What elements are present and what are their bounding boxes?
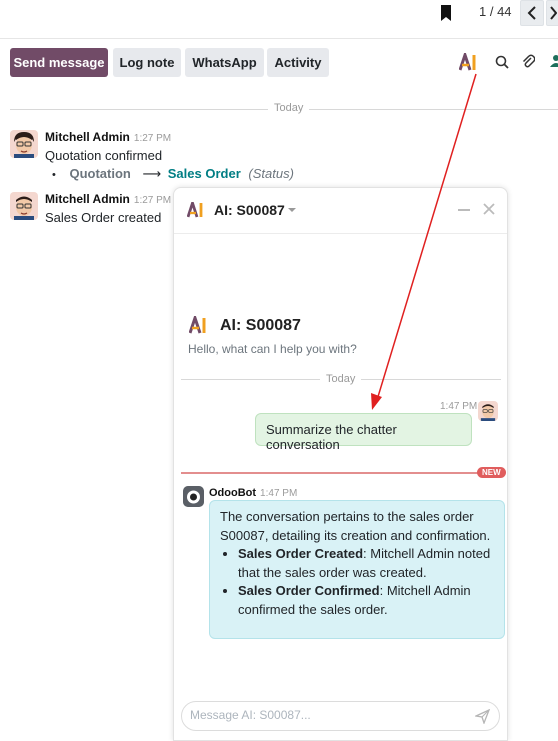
- new-messages-separator: [181, 472, 481, 474]
- ai-chat-window: AI: S00087 AI: S00087 Hello, what can I …: [173, 187, 508, 741]
- chevron-left-icon: [527, 6, 536, 20]
- list-item-title: Sales Order Created: [238, 546, 364, 561]
- minimize-icon[interactable]: [458, 208, 470, 212]
- new-badge: NEW: [477, 467, 506, 478]
- activity-button[interactable]: Activity: [267, 48, 329, 77]
- user-avatar-icon: [478, 401, 498, 421]
- bot-message-list: Sales Order Created: Mitchell Admin note…: [238, 545, 494, 619]
- tracking-value: • Quotation ⟶ Sales Order (Status): [52, 166, 294, 182]
- list-item-title: Sales Order Confirmed: [238, 583, 380, 598]
- list-item: Sales Order Confirmed: Mitchell Admin co…: [238, 582, 494, 619]
- odoobot-avatar-icon: [183, 486, 204, 507]
- chevron-right-icon: [550, 6, 557, 20]
- list-item: Sales Order Created: Mitchell Admin note…: [238, 545, 494, 582]
- author-name[interactable]: OdooBot: [209, 487, 256, 499]
- chat-intro-subtitle: Hello, what can I help you with?: [188, 342, 357, 356]
- message-body: Sales Order created: [45, 210, 162, 225]
- pager-next-button[interactable]: [546, 0, 558, 26]
- message-body: Quotation confirmed: [45, 148, 163, 163]
- message-author[interactable]: OdooBot 1:47 PM: [209, 487, 297, 499]
- followers-icon[interactable]: [549, 54, 558, 68]
- message-time: 1:27 PM: [133, 133, 172, 144]
- message-author[interactable]: Mitchell Admin 1:27 PM: [45, 192, 171, 206]
- avatar[interactable]: [10, 130, 38, 158]
- avatar[interactable]: [10, 192, 38, 220]
- message-input[interactable]: [190, 708, 460, 722]
- user-message-bubble: Summarize the chatter conversation: [255, 413, 472, 452]
- header-divider: [0, 38, 558, 39]
- message-composer: [181, 701, 500, 731]
- message-author[interactable]: Mitchell Admin 1:27 PM: [45, 130, 171, 144]
- chat-window-title[interactable]: AI: S00087: [214, 202, 285, 218]
- log-note-button[interactable]: Log note: [113, 48, 181, 77]
- user-avatar-icon: [10, 130, 38, 158]
- tracking-new-value: Sales Order: [167, 166, 241, 181]
- send-message-button[interactable]: Send message: [10, 48, 108, 77]
- whatsapp-button[interactable]: WhatsApp: [185, 48, 264, 77]
- ai-icon[interactable]: [459, 53, 481, 71]
- top-pager-bar: 1 / 44: [0, 0, 558, 32]
- chat-window-header[interactable]: AI: S00087: [174, 188, 507, 234]
- ai-logo-icon: [187, 202, 203, 218]
- ai-logo-icon: [189, 316, 206, 334]
- chat-date-separator: Today: [320, 373, 362, 385]
- message-time: 1:27 PM: [133, 195, 172, 206]
- search-icon[interactable]: [495, 55, 509, 69]
- tracking-old-value: Quotation: [69, 166, 131, 181]
- author-name[interactable]: Mitchell Admin: [45, 192, 130, 206]
- chatter-date-separator: Today: [268, 102, 310, 114]
- bookmark-icon[interactable]: [440, 5, 452, 21]
- bot-message-intro: The conversation pertains to the sales o…: [220, 509, 491, 543]
- bot-message-bubble: The conversation pertains to the sales o…: [209, 500, 505, 639]
- message-time: 1:47 PM: [260, 488, 298, 499]
- pager-prev-button[interactable]: [520, 0, 544, 26]
- avatar[interactable]: [183, 486, 204, 507]
- arrow-right-icon: ⟶: [142, 166, 162, 181]
- author-name[interactable]: Mitchell Admin: [45, 130, 130, 144]
- pager-counter[interactable]: 1 / 44: [479, 4, 512, 19]
- send-icon[interactable]: [475, 709, 490, 724]
- chat-intro-title: AI: S00087: [220, 317, 301, 334]
- bullet: •: [52, 169, 56, 181]
- message-time: 1:47 PM: [440, 401, 478, 412]
- paperclip-icon[interactable]: [521, 53, 535, 69]
- caret-down-icon[interactable]: [287, 207, 297, 213]
- tracking-field: (Status): [248, 166, 294, 181]
- close-icon[interactable]: [483, 203, 495, 215]
- avatar[interactable]: [478, 401, 498, 421]
- user-avatar-icon: [10, 192, 38, 220]
